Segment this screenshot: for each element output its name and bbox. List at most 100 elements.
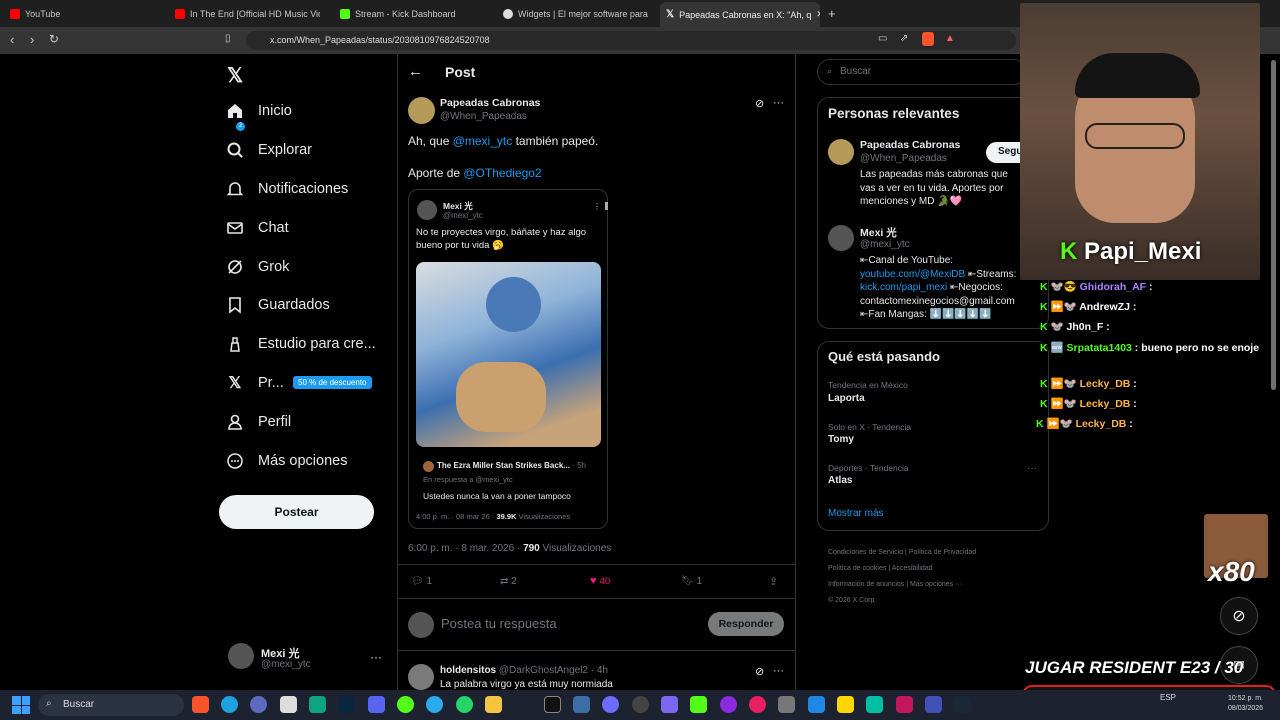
cast-icon[interactable]: ▭ bbox=[878, 33, 887, 44]
back-arrow-icon[interactable]: ← bbox=[408, 63, 423, 80]
reload-icon[interactable]: ↻ bbox=[49, 32, 59, 46]
share-icon[interactable]: ⇪ bbox=[769, 575, 778, 588]
steam-icon[interactable] bbox=[954, 696, 971, 713]
mention-link[interactable]: @mexi_ytc bbox=[453, 134, 513, 148]
sidebar-item-notificaciones[interactable]: Notificaciones bbox=[226, 180, 348, 198]
app-icon[interactable] bbox=[720, 696, 737, 713]
app-icon[interactable] bbox=[866, 696, 883, 713]
telegram-icon[interactable] bbox=[426, 696, 443, 713]
app-icon[interactable] bbox=[778, 696, 795, 713]
edge-icon[interactable] bbox=[221, 696, 238, 713]
repost-action[interactable]: ⇄ 2 bbox=[500, 576, 517, 587]
reply-button[interactable]: Responder bbox=[708, 612, 784, 636]
person-name[interactable]: Mexi 光 bbox=[860, 225, 897, 240]
bookmark-action[interactable]: 🔖︎ 1 bbox=[681, 576, 702, 587]
grok-float-icon[interactable]: ⊘ bbox=[1220, 597, 1258, 635]
tab-widgets[interactable]: Widgets | El mejor software para pot bbox=[503, 4, 651, 24]
tab-kick-dashboard[interactable]: Stream - Kick Dashboard bbox=[340, 4, 485, 24]
sidebar-item-inicio[interactable]: Inicio bbox=[226, 102, 292, 120]
post-more-icon[interactable]: ··· bbox=[773, 97, 784, 109]
sidebar-item-estudio[interactable]: Estudio para cre... bbox=[226, 335, 376, 353]
grok-icon[interactable]: ⊘ bbox=[755, 97, 764, 110]
reply-author-avatar[interactable] bbox=[408, 664, 434, 690]
reply-more-icon[interactable]: ··· bbox=[773, 665, 784, 677]
taskbar-search[interactable]: ⌕ Buscar bbox=[38, 694, 184, 716]
app-icon[interactable] bbox=[661, 696, 678, 713]
app-icon[interactable] bbox=[896, 696, 913, 713]
account-avatar[interactable] bbox=[228, 643, 254, 669]
sidebar-item-guardados[interactable]: Guardados bbox=[226, 296, 330, 314]
trend-item[interactable]: Atlas bbox=[828, 475, 852, 486]
person-avatar[interactable] bbox=[828, 139, 854, 165]
app-icon[interactable] bbox=[573, 696, 590, 713]
app-icon[interactable] bbox=[690, 696, 707, 713]
post-button[interactable]: Postear bbox=[219, 495, 374, 529]
close-icon[interactable]: ✕ bbox=[816, 9, 820, 20]
windows-start-icon[interactable] bbox=[12, 696, 30, 714]
author-name[interactable]: Papeadas Cabronas bbox=[440, 97, 540, 109]
brave-taskbar-icon[interactable] bbox=[192, 696, 209, 713]
back-icon[interactable]: ‹ bbox=[10, 32, 14, 47]
sidebar-item-grok[interactable]: Grok bbox=[226, 258, 289, 276]
reply-action[interactable]: 💬︎ 1 bbox=[411, 576, 432, 587]
photoshop-icon[interactable] bbox=[338, 696, 355, 713]
footer-link[interactable]: Política de Privacidad bbox=[909, 549, 976, 556]
footer-link[interactable]: Más opciones ··· bbox=[910, 581, 962, 588]
chatgpt-icon[interactable] bbox=[309, 696, 326, 713]
quote-scrollbar[interactable] bbox=[605, 202, 608, 210]
trend-item[interactable]: Tomy bbox=[828, 434, 854, 445]
sidebar-item-explorar[interactable]: Explorar bbox=[226, 141, 312, 159]
reply-input[interactable]: Postea tu respuesta bbox=[441, 616, 557, 631]
footer-link[interactable]: Política de cookies bbox=[828, 565, 886, 572]
person-avatar[interactable] bbox=[828, 225, 854, 251]
quote-more-icon[interactable]: ⋮ bbox=[593, 202, 601, 211]
folder-icon[interactable] bbox=[485, 696, 502, 713]
sidebar-item-premium[interactable]: 𝕏 Pr... bbox=[226, 374, 284, 392]
obs-icon[interactable] bbox=[544, 696, 561, 713]
like-action[interactable]: ♥ 40 bbox=[590, 575, 610, 587]
bookmark-page-icon[interactable]: ▯ bbox=[225, 33, 231, 44]
trend-more-icon[interactable]: ··· bbox=[1027, 463, 1037, 474]
bio-link[interactable]: kick.com/papi_mexi bbox=[860, 282, 947, 293]
taskbar-clock[interactable]: 10:52 p. m. 08/03/2026 bbox=[1228, 694, 1263, 714]
app-icon[interactable] bbox=[749, 696, 766, 713]
tab-x-post[interactable]: 𝕏Papeadas Cabronas en X: "Ah, q✕ bbox=[660, 2, 820, 27]
rewards-icon[interactable]: ▲ bbox=[945, 33, 955, 44]
show-more-link[interactable]: Mostrar más bbox=[828, 508, 884, 519]
search-input[interactable]: ⌕ Buscar bbox=[817, 59, 1027, 85]
grok-icon[interactable]: ⊘ bbox=[755, 665, 764, 678]
brave-shield-icon[interactable] bbox=[922, 32, 934, 46]
tab-youtube[interactable]: YouTube bbox=[10, 4, 160, 24]
quoted-post[interactable]: Mexi 光 @mexi_ytc No te proyectes virgo, … bbox=[408, 189, 608, 529]
kick-taskbar-icon[interactable] bbox=[397, 696, 414, 713]
quote-image[interactable] bbox=[416, 262, 601, 447]
sticky-notes-icon[interactable] bbox=[837, 696, 854, 713]
app-icon[interactable] bbox=[602, 696, 619, 713]
new-tab-icon[interactable]: + bbox=[828, 6, 836, 21]
author-handle[interactable]: @When_Papeadas bbox=[440, 111, 527, 122]
footer-link[interactable]: Información de anuncios bbox=[828, 581, 904, 588]
taskbar-lang[interactable]: ESP bbox=[1160, 693, 1176, 702]
tab-music-video[interactable]: In The End [Official HD Music Vid bbox=[175, 4, 320, 24]
footer-link[interactable]: Condiciones de Servicio bbox=[828, 549, 903, 556]
discord-icon[interactable] bbox=[368, 696, 385, 713]
sidebar-item-mas-opciones[interactable]: Más opciones bbox=[226, 452, 347, 470]
sidebar-item-perfil[interactable]: Perfil bbox=[226, 413, 291, 431]
vpn-icon[interactable] bbox=[250, 696, 267, 713]
x-logo-icon[interactable]: 𝕏 bbox=[227, 63, 243, 88]
mention-link[interactable]: @OThediego2 bbox=[463, 166, 541, 180]
bio-link[interactable]: youtube.com/@MexiDB bbox=[860, 269, 965, 280]
account-more-icon[interactable]: ··· bbox=[370, 650, 382, 664]
app-icon[interactable] bbox=[925, 696, 942, 713]
app-icon[interactable] bbox=[632, 696, 649, 713]
person-name[interactable]: Papeadas Cabronas bbox=[860, 139, 960, 151]
share-icon[interactable]: ⇗ bbox=[900, 33, 908, 44]
whatsapp-icon[interactable] bbox=[456, 696, 473, 713]
footer-link[interactable]: Accesibilidad bbox=[892, 565, 933, 572]
page-scrollbar[interactable] bbox=[1271, 60, 1276, 390]
trend-item[interactable]: Laporta bbox=[828, 393, 865, 404]
app-icon[interactable] bbox=[280, 696, 297, 713]
app-icon[interactable] bbox=[808, 696, 825, 713]
author-avatar[interactable] bbox=[408, 97, 435, 124]
forward-icon[interactable]: › bbox=[30, 32, 34, 47]
